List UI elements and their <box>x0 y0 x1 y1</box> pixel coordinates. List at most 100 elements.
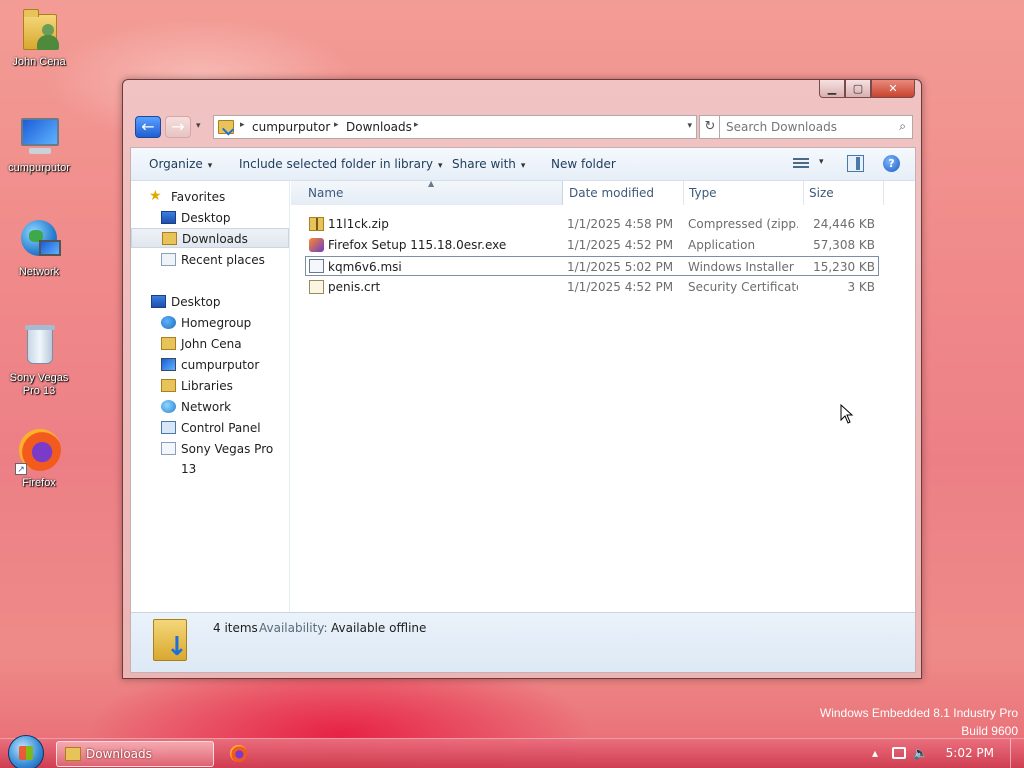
column-type-label: Type <box>689 186 717 200</box>
show-desktop-button[interactable] <box>1010 739 1024 768</box>
file-row-focused[interactable]: kqm6v6.msi 1/1/2025 5:02 PM Windows Inst… <box>305 256 879 276</box>
nav-item-label: Libraries <box>181 379 233 393</box>
nav-item-label: John Cena <box>181 337 242 351</box>
chevron-down-icon: ▾ <box>437 161 443 171</box>
navigation-pane: ★ Favorites Desktop Downloads Recent pla… <box>131 181 290 612</box>
item-count: 4 items <box>213 621 258 635</box>
change-view-icon[interactable] <box>793 156 809 170</box>
network-tray-icon[interactable] <box>892 747 906 759</box>
nav-item-label: Sony Vegas Pro 13 <box>181 442 274 476</box>
nav-item-label: Recent places <box>181 253 265 267</box>
nav-item-network[interactable]: Network <box>131 397 289 417</box>
address-bar[interactable]: ▸ cumpurputor ▸ Downloads ▸ ▾ <box>213 115 697 139</box>
taskbar-button-downloads[interactable]: Downloads <box>56 741 214 767</box>
address-history-dropdown[interactable]: ▾ <box>687 121 692 131</box>
file-date: 1/1/2025 4:52 PM <box>567 238 674 252</box>
include-in-library-menu[interactable]: Include selected folder in library ▾ <box>239 157 443 171</box>
start-button[interactable] <box>8 735 44 768</box>
shortcut-file-icon <box>161 442 176 455</box>
desktop-icon-computer[interactable]: cumpurputor <box>4 112 74 175</box>
computer-icon <box>161 358 176 371</box>
file-type: Security Certificate <box>688 280 798 294</box>
window-controls: ▁ ▢ ✕ <box>819 80 915 98</box>
network-icon <box>15 216 63 264</box>
desktop-icon-label: John Cena <box>12 56 66 68</box>
search-icon[interactable]: ⌕ <box>899 119 906 134</box>
downloads-folder-icon <box>162 232 177 245</box>
column-header-size[interactable]: Size <box>804 181 884 205</box>
os-watermark: Windows Embedded 8.1 Industry Pro Build … <box>820 704 1018 740</box>
nav-item-recent-places[interactable]: Recent places <box>131 250 289 270</box>
column-header-date[interactable]: Date modified <box>564 181 684 205</box>
breadcrumb-separator[interactable]: ▸ <box>240 120 245 130</box>
forward-button[interactable]: → <box>165 116 191 138</box>
folder-icon <box>65 747 81 761</box>
msi-icon <box>309 259 324 273</box>
column-header-type[interactable]: Type <box>684 181 804 205</box>
file-name: 11l1ck.zip <box>328 217 389 231</box>
desktop-icon-label: Firefox <box>22 477 56 489</box>
maximize-button[interactable]: ▢ <box>845 80 871 98</box>
shortcut-arrow-icon: ↗ <box>15 463 27 475</box>
nav-item-sony-vegas[interactable]: Sony Vegas Pro 13 <box>131 439 289 476</box>
file-name: Firefox Setup 115.18.0esr.exe <box>328 238 507 252</box>
breadcrumb-separator[interactable]: ▸ <box>414 120 419 130</box>
close-button[interactable]: ✕ <box>871 80 915 98</box>
installer-exe-icon <box>309 238 324 252</box>
desktop-icon-sony-vegas[interactable]: Sony Vegas Pro 13 <box>4 322 74 398</box>
clock[interactable]: 5:02 PM <box>946 746 994 760</box>
share-with-menu[interactable]: Share with ▾ <box>452 157 525 171</box>
refresh-button[interactable]: ↻ <box>699 115 721 139</box>
search-input[interactable] <box>726 117 886 137</box>
nav-item-label: Control Panel <box>181 421 261 435</box>
organize-menu[interactable]: Organize ▾ <box>149 157 212 171</box>
preview-pane-icon[interactable] <box>847 155 864 172</box>
nav-item-libraries[interactable]: Libraries <box>131 376 289 396</box>
minimize-button[interactable]: ▁ <box>819 80 845 98</box>
desktop-icon-john-cena[interactable]: John Cena <box>4 6 74 69</box>
back-button[interactable]: ← <box>135 116 161 138</box>
file-type: Application <box>688 238 756 252</box>
desktop-icon-label: Network <box>18 266 60 278</box>
file-row[interactable]: penis.crt 1/1/2025 4:52 PM Security Cert… <box>305 277 879 297</box>
nav-item-label: Downloads <box>182 232 248 246</box>
file-row[interactable]: 11l1ck.zip 1/1/2025 4:58 PM Compressed (… <box>305 214 879 234</box>
breadcrumb-separator[interactable]: ▸ <box>334 120 339 130</box>
volume-muted-icon[interactable]: 🔈 <box>913 746 928 760</box>
desktop-icon-firefox[interactable]: ↗ Firefox <box>4 427 74 490</box>
file-row[interactable]: Firefox Setup 115.18.0esr.exe 1/1/2025 4… <box>305 235 879 255</box>
nav-item-desktop-fav[interactable]: Desktop <box>131 208 289 228</box>
navigation-bar: ← → ▾ ▸ cumpurputor ▸ Downloads ▸ ▾ ↻ ⌕ <box>133 114 913 142</box>
column-date-label: Date modified <box>569 186 655 200</box>
file-size: 3 KB <box>847 280 875 294</box>
breadcrumb-computer[interactable]: cumpurputor <box>252 120 330 134</box>
new-folder-button[interactable]: New folder <box>551 157 616 171</box>
show-hidden-icons-button[interactable]: ▴ <box>872 746 878 760</box>
column-header-name[interactable]: ▲ Name <box>291 179 563 205</box>
firefox-icon: ↗ <box>15 427 63 475</box>
nav-item-homegroup[interactable]: Homegroup <box>131 313 289 333</box>
nav-item-control-panel[interactable]: Control Panel <box>131 418 289 438</box>
breadcrumb-downloads[interactable]: Downloads <box>346 120 412 134</box>
availability-value: Available offline <box>331 621 427 635</box>
desktop-icon-network[interactable]: Network <box>4 216 74 279</box>
user-folder-icon <box>161 337 176 350</box>
file-type: Compressed (zipp... <box>688 217 798 231</box>
nav-desktop-root[interactable]: Desktop <box>131 292 289 312</box>
taskbar-button-label: Downloads <box>86 747 152 761</box>
help-icon[interactable]: ? <box>883 155 900 172</box>
firefox-icon[interactable] <box>230 745 247 762</box>
chevron-down-icon: ▾ <box>520 161 526 171</box>
nav-favorites[interactable]: ★ Favorites <box>131 187 289 207</box>
desktop-icon-label: cumpurputor <box>8 162 70 174</box>
file-date: 1/1/2025 4:52 PM <box>567 280 674 294</box>
file-list: ▲ Name Date modified Type Size 11l1ck.zi… <box>291 179 915 612</box>
nav-item-john-cena[interactable]: John Cena <box>131 334 289 354</box>
mouse-cursor-icon <box>840 403 854 424</box>
nav-item-downloads[interactable]: Downloads <box>131 228 289 248</box>
certificate-icon <box>309 280 324 294</box>
nav-item-computer[interactable]: cumpurputor <box>131 355 289 375</box>
downloads-folder-icon <box>218 120 234 134</box>
view-options-dropdown[interactable]: ▾ <box>819 157 824 167</box>
recent-pages-dropdown[interactable]: ▾ <box>196 121 201 131</box>
